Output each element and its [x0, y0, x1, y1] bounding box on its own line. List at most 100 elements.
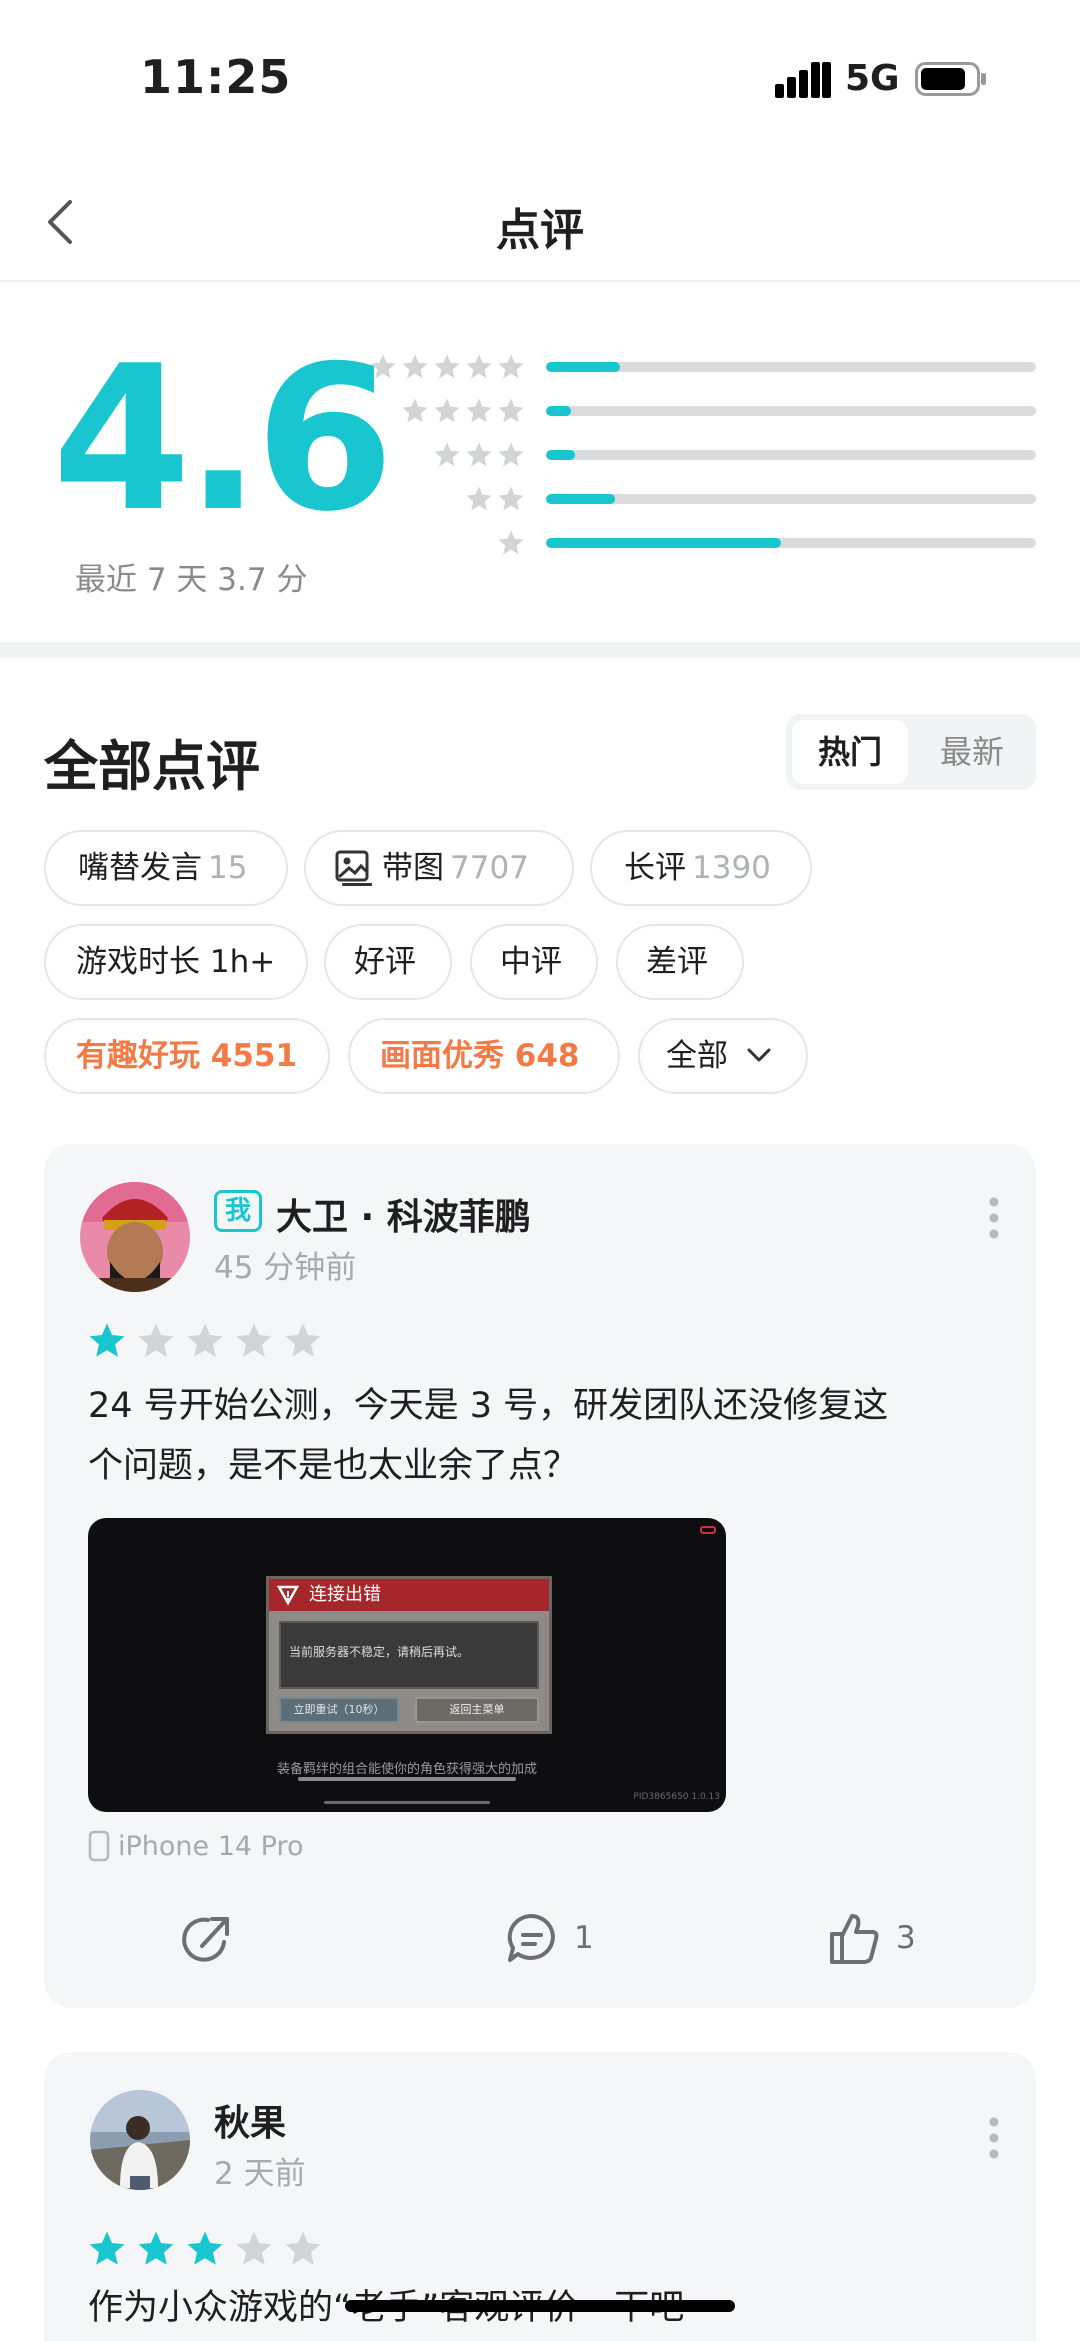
chip-count: 1390 [692, 850, 771, 886]
star-empty-icon [187, 1323, 223, 1357]
avatar[interactable] [80, 1182, 190, 1292]
star-icon [434, 398, 460, 423]
review-card[interactable]: 秋果 2 天前 作为小众游戏的“老手”客观评价一下吧 [44, 2052, 1036, 2341]
comment-icon [507, 1913, 555, 1962]
recent-score: 最近 7 天 3.7 分 [75, 562, 308, 598]
review-time: 2 天前 [214, 2156, 306, 2192]
avatar-image [90, 2090, 190, 2190]
chip-label: 有趣好玩 4551 [76, 1038, 298, 1074]
distribution-row-1-star [370, 528, 1036, 558]
avatar[interactable] [90, 2090, 190, 2190]
star-icon [498, 398, 524, 423]
battery-indicator-icon [700, 1526, 716, 1534]
chip-count: 15 [208, 850, 248, 886]
share-icon [182, 1917, 229, 1962]
me-badge: 我 [214, 1190, 262, 1232]
chevron-down-icon [747, 1048, 771, 1061]
status-time: 11:25 [140, 50, 292, 104]
distribution-bar-fill [546, 362, 620, 372]
loading-tip: 装备羁绊的组合能使你的角色获得强大的加成 [276, 1762, 537, 1777]
star-filled-icon [138, 2231, 174, 2265]
section-divider [0, 642, 1080, 658]
thumbs-up-icon [830, 1914, 879, 1964]
chip-label: 中评 [500, 944, 562, 980]
sort-toggle: 热门 最新 [786, 714, 1036, 790]
review-text-line: 24 号开始公测，今天是 3 号，研发团队还没修复这 [88, 1386, 889, 1426]
filter-chip-long[interactable]: 长评 1390 [590, 830, 812, 906]
user-name[interactable]: 大卫 · 科波菲鹏 [276, 1188, 531, 1240]
distribution-bar-track [546, 362, 1036, 372]
distribution-stars [368, 352, 526, 382]
distribution-stars [464, 484, 526, 514]
star-icon [466, 354, 492, 379]
home-indicator[interactable] [345, 2300, 735, 2312]
error-dialog: 连接出错 当前服务器不稳定，请稍后再试。 立即重试（10秒） 返回主菜单 [266, 1576, 552, 1734]
warning-icon [277, 1585, 299, 1606]
chip-label: 全部 [666, 1038, 728, 1074]
filter-chip-negative[interactable]: 差评 [616, 924, 744, 1000]
chip-label: 好评 [354, 944, 416, 980]
user-name[interactable]: 秋果 [214, 2094, 286, 2146]
phone-icon [88, 1830, 110, 1862]
distribution-bar-fill [546, 450, 576, 460]
distribution-bar-track [546, 406, 1036, 416]
device-info: iPhone 14 Pro [88, 1830, 304, 1862]
nav-bar: 点评 [0, 170, 1080, 282]
all-reviews-title: 全部点评 [44, 735, 260, 798]
share-button[interactable] [178, 1906, 238, 1970]
dialog-message: 当前服务器不稳定，请稍后再试。 [279, 1621, 539, 1689]
star-icon [498, 530, 524, 555]
status-bar: 11:25 5G [0, 0, 1080, 150]
dialog-header: 连接出错 [269, 1579, 549, 1611]
star-filled-icon [187, 2231, 223, 2265]
device-name: iPhone 14 Pro [118, 1830, 304, 1862]
sort-hot-button[interactable]: 热门 [792, 720, 908, 784]
signal-icon [775, 62, 831, 98]
star-icon [498, 354, 524, 379]
star-icon [402, 354, 428, 379]
retry-button: 立即重试（10秒） [279, 1697, 399, 1723]
network-type: 5G [845, 58, 900, 99]
filter-chip-playtime[interactable]: 游戏时长 1h+ [44, 924, 308, 1000]
distribution-bar-track [546, 450, 1036, 460]
filter-chip-fun[interactable]: 有趣好玩 4551 [44, 1018, 330, 1094]
distribution-row-3-star [370, 440, 1036, 470]
more-icon[interactable] [988, 1196, 1000, 1240]
star-empty-icon [236, 2231, 272, 2265]
star-icon [402, 398, 428, 423]
chip-label: 差评 [646, 944, 708, 980]
filter-chip-zuiti[interactable]: 嘴替发言 15 [44, 830, 288, 906]
image-icon [335, 850, 372, 886]
distribution-stars [432, 440, 526, 470]
like-count: 3 [896, 1920, 916, 1956]
chip-label: 带图 [382, 850, 444, 886]
star-empty-icon [285, 2231, 321, 2265]
filter-chip-neutral[interactable]: 中评 [470, 924, 598, 1000]
filter-chip-all-dropdown[interactable]: 全部 [638, 1018, 808, 1094]
filter-chip-positive[interactable]: 好评 [324, 924, 452, 1000]
review-screenshot[interactable]: 连接出错 当前服务器不稳定，请稍后再试。 立即重试（10秒） 返回主菜单 装备羁… [88, 1518, 726, 1812]
distribution-stars [400, 396, 526, 426]
review-card[interactable]: 我 大卫 · 科波菲鹏 45 分钟前 24 号开始公测，今天是 3 号，研发团队… [44, 1144, 1036, 2008]
distribution-bar-fill [546, 538, 782, 548]
distribution-stars [496, 528, 526, 558]
like-button[interactable]: 3 [824, 1906, 916, 1970]
star-empty-icon [236, 1323, 272, 1357]
comment-button[interactable]: 1 [502, 1906, 594, 1970]
star-empty-icon [285, 1323, 321, 1357]
star-icon [466, 398, 492, 423]
rating-summary: 4.6 最近 7 天 3.7 分 [0, 284, 1080, 642]
dialog-title: 连接出错 [309, 1584, 381, 1605]
filter-chip-with-image[interactable]: 带图 7707 [304, 830, 574, 906]
star-filled-icon [89, 2231, 125, 2265]
chip-label: 长评 [624, 850, 686, 886]
avatar-image [80, 1182, 190, 1292]
star-icon [434, 442, 460, 467]
distribution-row-2-star [370, 484, 1036, 514]
star-icon [370, 354, 396, 379]
review-text: 24 号开始公测，今天是 3 号，研发团队还没修复这 个问题，是不是也太业余了点… [88, 1376, 988, 1496]
sort-new-button[interactable]: 最新 [914, 720, 1030, 784]
more-icon[interactable] [988, 2116, 1000, 2160]
star-empty-icon [138, 1323, 174, 1357]
filter-chip-graphics[interactable]: 画面优秀 648 [348, 1018, 620, 1094]
